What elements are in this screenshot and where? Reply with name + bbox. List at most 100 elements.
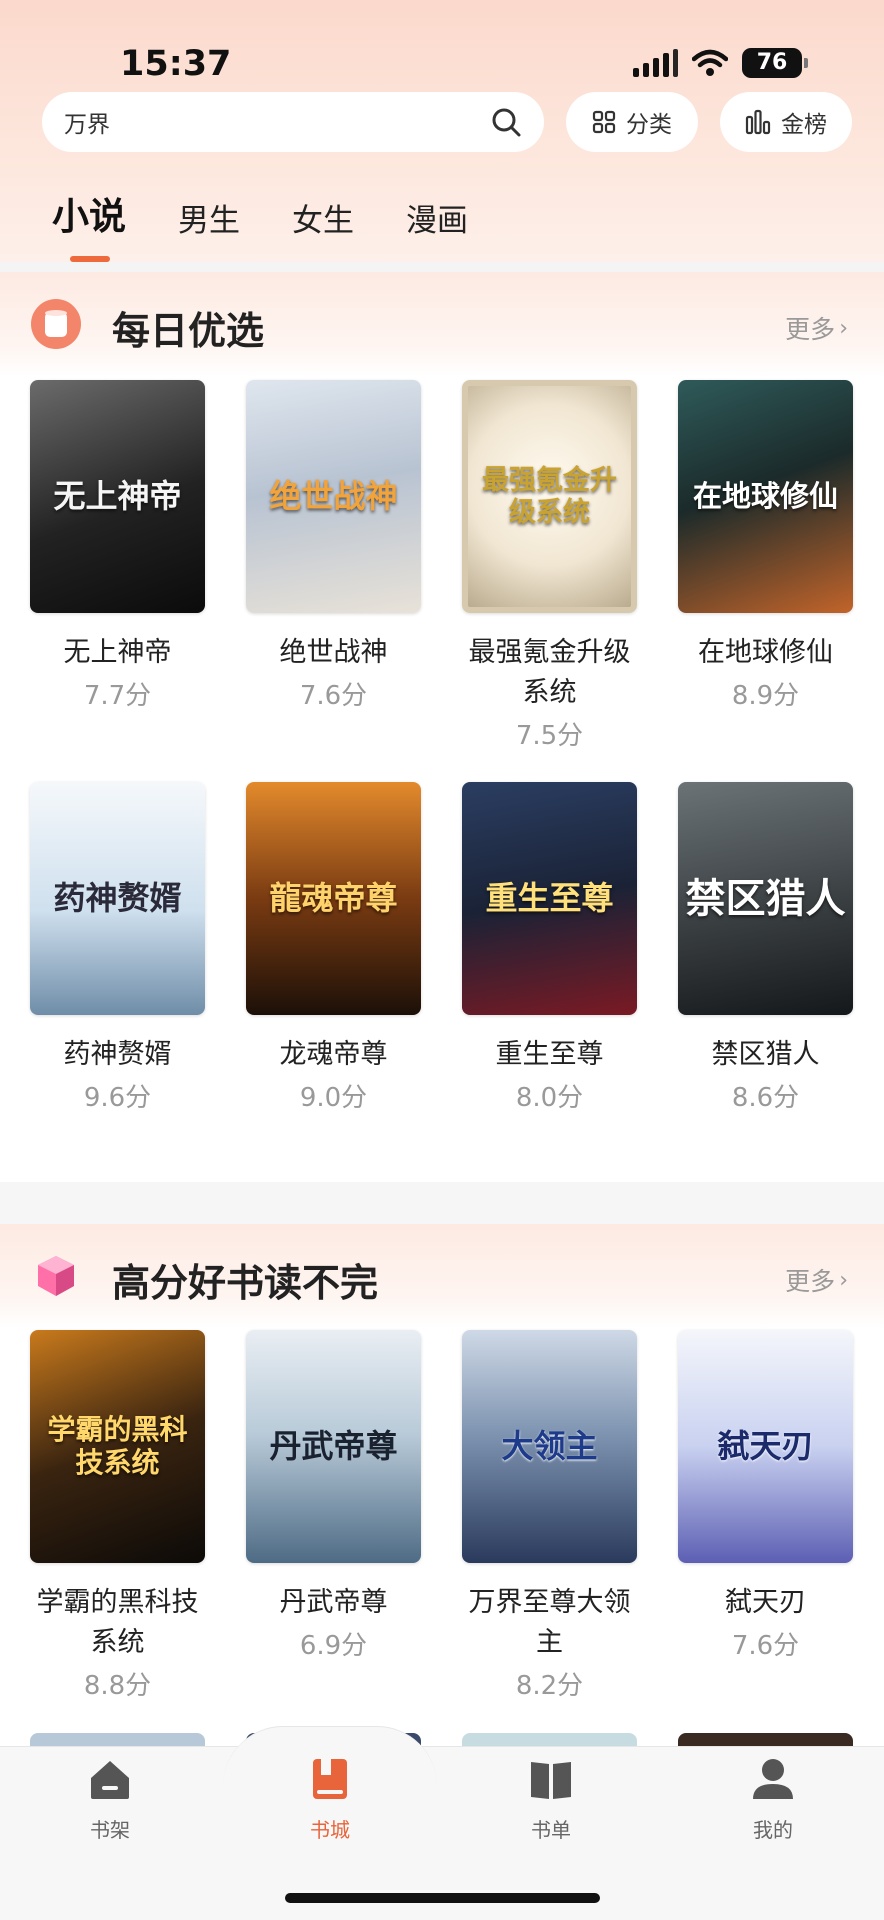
book-score: 9.6分	[83, 1083, 152, 1113]
cover-title: 弑天刃	[717, 1427, 814, 1466]
book-cover[interactable]: 弑天刃	[678, 1330, 853, 1563]
book-card[interactable]: 在地球修仙 在地球修仙 8.9分	[678, 380, 853, 712]
cube-icon	[38, 1256, 74, 1296]
status-icons: 76	[633, 48, 808, 78]
book-score: 8.6分	[731, 1083, 800, 1113]
divider	[0, 1182, 884, 1224]
cover-title: 丹武帝尊	[269, 1427, 398, 1466]
book-cover[interactable]: 学霸的黑科技系统	[30, 1330, 205, 1563]
search-input[interactable]: 万界	[42, 92, 544, 152]
nav-bookshelf[interactable]: 书架	[50, 1756, 170, 1843]
cover-title: 禁区猎人	[685, 874, 846, 922]
more-link[interactable]: 更多 ›	[785, 310, 848, 346]
status-bar: 15:37 76	[0, 40, 884, 90]
book-card[interactable]: 最强氪金升级系统 最强氪金升级系统 7.5分	[462, 380, 637, 752]
section-title: 每日优选	[112, 309, 265, 353]
book-card[interactable]: 弑天刃 弑天刃 7.6分	[678, 1330, 853, 1662]
book-card[interactable]: 绝世战神 绝世战神 7.6分	[246, 380, 421, 712]
signal-icon	[633, 49, 678, 77]
book-card[interactable]: 龍魂帝尊 龙魂帝尊 9.0分	[246, 782, 421, 1114]
open-book-icon	[531, 1762, 571, 1799]
rank-button[interactable]: 金榜	[720, 92, 852, 152]
book-score: 7.7分	[83, 681, 152, 711]
rank-label: 金榜	[781, 112, 827, 138]
nav-label: 我的	[753, 1818, 793, 1842]
grid-icon	[592, 110, 616, 134]
chevron-right-icon: ›	[839, 315, 848, 341]
book-score: 8.0分	[515, 1083, 584, 1113]
tab-male[interactable]: 男生	[178, 195, 240, 240]
book-title: 药神赘婿	[63, 1039, 172, 1070]
book-card[interactable]: 大领主 万界至尊大领主 8.2分	[462, 1330, 637, 1702]
book-score: 8.8分	[83, 1671, 152, 1701]
home-indicator	[285, 1893, 600, 1903]
cover-title: 在地球修仙	[692, 478, 838, 513]
book-title: 龙魂帝尊	[279, 1039, 388, 1070]
book-score: 8.2分	[515, 1671, 584, 1701]
book-title: 最强氪金升级系统	[468, 637, 631, 708]
book-cover[interactable]: 绝世战神	[246, 380, 421, 613]
book-score: 8.9分	[731, 681, 800, 711]
cup-icon	[31, 299, 81, 349]
category-button[interactable]: 分类	[566, 92, 698, 152]
more-label: 更多	[785, 315, 836, 344]
search-query: 万界	[64, 112, 110, 138]
book-score: 6.9分	[299, 1631, 368, 1661]
book-cover[interactable]: 药神赘婿	[30, 782, 205, 1015]
nav-profile[interactable]: 我的	[713, 1756, 833, 1843]
book-icon	[313, 1759, 347, 1799]
cover-title: 绝世战神	[269, 477, 398, 516]
battery-icon: 76	[742, 48, 808, 78]
book-title: 在地球修仙	[698, 637, 833, 668]
book-cover[interactable]: 禁区猎人	[678, 782, 853, 1015]
chevron-right-icon: ›	[839, 1267, 848, 1293]
book-card[interactable]: 重生至尊 重生至尊 8.0分	[462, 782, 637, 1114]
cover-title: 龍魂帝尊	[269, 879, 398, 918]
category-tabs: 小说 男生 女生 漫画	[52, 186, 468, 262]
book-cover[interactable]: 无上神帝	[30, 380, 205, 613]
book-title: 禁区猎人	[711, 1039, 820, 1070]
book-cover[interactable]: 龍魂帝尊	[246, 782, 421, 1015]
cover-title: 药神赘婿	[53, 879, 182, 918]
search-icon[interactable]	[490, 106, 522, 138]
book-cover[interactable]: 丹武帝尊	[246, 1330, 421, 1563]
nav-label: 书城	[310, 1818, 350, 1842]
nav-label: 书架	[90, 1818, 130, 1842]
bar-chart-icon	[745, 109, 771, 135]
book-title: 无上神帝	[63, 637, 172, 668]
book-title: 学霸的黑科技系统	[36, 1587, 199, 1658]
nav-bookstore[interactable]: 书城	[270, 1756, 390, 1843]
book-cover[interactable]: 重生至尊	[462, 782, 637, 1015]
nav-booklist[interactable]: 书单	[491, 1756, 611, 1843]
more-label: 更多	[785, 1267, 836, 1296]
book-card[interactable]: 禁区猎人 禁区猎人 8.6分	[678, 782, 853, 1114]
cover-title: 最强氪金升级系统	[482, 465, 617, 528]
book-cover[interactable]: 在地球修仙	[678, 380, 853, 613]
tab-female[interactable]: 女生	[292, 195, 354, 240]
nav-label: 书单	[531, 1818, 571, 1842]
person-icon	[753, 1759, 793, 1799]
section-header: 每日优选 更多 ›	[0, 272, 884, 377]
book-card[interactable]: 丹武帝尊 丹武帝尊 6.9分	[246, 1330, 421, 1662]
divider	[0, 262, 884, 272]
bookshelf-icon	[91, 1761, 129, 1799]
book-cover[interactable]: 大领主	[462, 1330, 637, 1563]
book-card[interactable]: 学霸的黑科技系统 学霸的黑科技系统 8.8分	[30, 1330, 205, 1702]
section-high-score: 高分好书读不完 更多 ›	[0, 1224, 884, 1329]
book-cover[interactable]: 最强氪金升级系统	[462, 380, 637, 613]
book-card[interactable]: 药神赘婿 药神赘婿 9.6分	[30, 782, 205, 1114]
tab-comic[interactable]: 漫画	[406, 195, 468, 240]
wifi-icon	[692, 49, 728, 76]
book-card[interactable]: 无上神帝 无上神帝 7.7分	[30, 380, 205, 712]
book-score: 7.5分	[515, 721, 584, 751]
book-title: 万界至尊大领主	[468, 1587, 631, 1658]
book-title: 绝世战神	[279, 637, 388, 668]
more-link[interactable]: 更多 ›	[785, 1262, 848, 1298]
status-time: 15:37	[120, 44, 232, 84]
tab-novel[interactable]: 小说	[52, 186, 126, 262]
cover-title: 学霸的黑科技系统	[47, 1413, 188, 1479]
book-title: 重生至尊	[495, 1039, 604, 1070]
book-score: 7.6分	[299, 681, 368, 711]
book-title: 弑天刃	[725, 1587, 806, 1618]
book-title: 丹武帝尊	[279, 1587, 388, 1618]
